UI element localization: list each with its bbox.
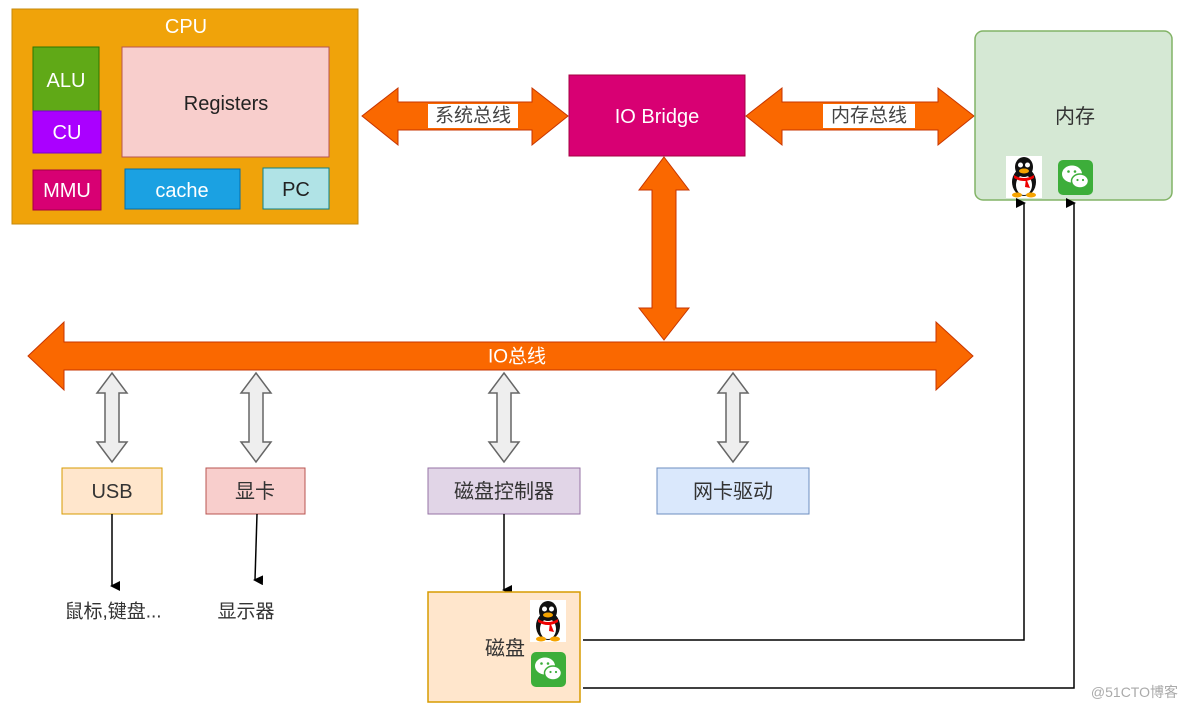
mmu-label: MMU [43,180,91,202]
usb-output-label: 鼠标,键盘... [64,601,161,623]
gpu-label: 显卡 [235,480,275,503]
usb-label: USB [91,481,132,503]
memory-bus-arrow: 内存总线 [745,86,975,147]
io-bridge-label: IO Bridge [615,106,699,128]
memory-label: 内存 [1055,105,1095,128]
qq-load-line [583,198,1026,641]
pc-label: PC [282,179,310,201]
disk-controller-connector-arrow [487,371,521,464]
nic-connector-arrow [716,371,750,464]
gpu-connector-arrow [239,371,273,464]
nic-driver-label: 网卡驱动 [693,480,773,503]
memory-bus-label: 内存总线 [831,105,907,127]
output-arrows [110,513,512,595]
architecture-diagram: CPU ALU CU Registers MMU cache PC 系统总线 I… [11,8,1178,703]
alu-label: ALU [47,70,86,92]
disk-label: 磁盘 [485,637,525,660]
usb-connector-arrow [95,371,129,464]
system-bus-arrow: 系统总线 [361,86,569,147]
bridge-to-io-bus-arrow [637,156,691,341]
wechat-icon [1057,159,1094,196]
disk-controller-label: 磁盘控制器 [454,480,554,503]
cpu-title: CPU [165,16,207,38]
cu-label: CU [53,122,82,144]
registers-label: Registers [184,93,268,115]
qq-penguin-icon [1006,156,1042,198]
watermark: @51CTO博客 [1091,684,1178,700]
wechat-icon [530,651,567,688]
system-bus-label: 系统总线 [435,105,511,127]
cpu-block: CPU ALU CU Registers MMU cache PC [11,8,359,225]
qq-penguin-icon [530,600,566,642]
gpu-output-label: 显示器 [217,602,274,623]
io-bus-label: IO总线 [488,346,546,368]
device-connector-arrows [95,371,750,464]
cache-label: cache [155,180,208,202]
